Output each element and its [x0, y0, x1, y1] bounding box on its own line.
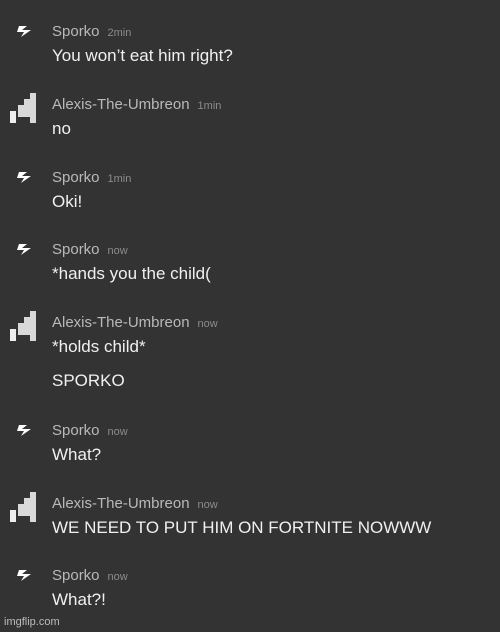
- message-text: Oki!: [52, 192, 83, 211]
- timestamp: now: [107, 245, 128, 257]
- timestamp: now: [197, 499, 218, 511]
- timestamp: now: [107, 571, 128, 583]
- chat-log: Sporko 2min You won’t eat him right? Alex…: [0, 0, 500, 632]
- watermark: imgflip.com: [4, 616, 60, 628]
- timestamp: 2min: [107, 27, 132, 39]
- lightning-icon[interactable]: [10, 166, 40, 196]
- message-text: *holds child*: [52, 337, 146, 356]
- pixel-stairs-icon[interactable]: [10, 93, 40, 123]
- lightning-icon[interactable]: [10, 564, 40, 594]
- pixel-stairs-icon[interactable]: [10, 492, 40, 522]
- author-name[interactable]: Alexis-The-Umbreon: [52, 314, 190, 331]
- lightning-icon[interactable]: [10, 20, 40, 50]
- author-name[interactable]: Sporko: [52, 241, 100, 258]
- lightning-icon[interactable]: [10, 419, 40, 449]
- pixel-stairs-icon[interactable]: [10, 311, 40, 341]
- message-text: What?: [52, 445, 102, 464]
- message-text: WE NEED TO PUT HIM ON FORTNITE NOWWW: [52, 518, 432, 537]
- message-text: You won’t eat him right?: [52, 46, 233, 65]
- message-text: no: [52, 119, 71, 138]
- message-text: *hands you the child(: [52, 264, 211, 283]
- author-name[interactable]: Alexis-The-Umbreon: [52, 96, 190, 113]
- message-text: What?!: [52, 590, 106, 609]
- author-name[interactable]: Sporko: [52, 169, 100, 186]
- message-text: SPORKO: [52, 371, 125, 390]
- author-name[interactable]: Sporko: [52, 23, 100, 40]
- timestamp: now: [197, 318, 218, 330]
- author-name[interactable]: Alexis-The-Umbreon: [52, 495, 190, 512]
- lightning-icon[interactable]: [10, 238, 40, 268]
- timestamp: 1min: [107, 173, 132, 185]
- timestamp: 1min: [197, 100, 222, 112]
- timestamp: now: [107, 426, 128, 438]
- author-name[interactable]: Sporko: [52, 567, 100, 584]
- author-name[interactable]: Sporko: [52, 422, 100, 439]
